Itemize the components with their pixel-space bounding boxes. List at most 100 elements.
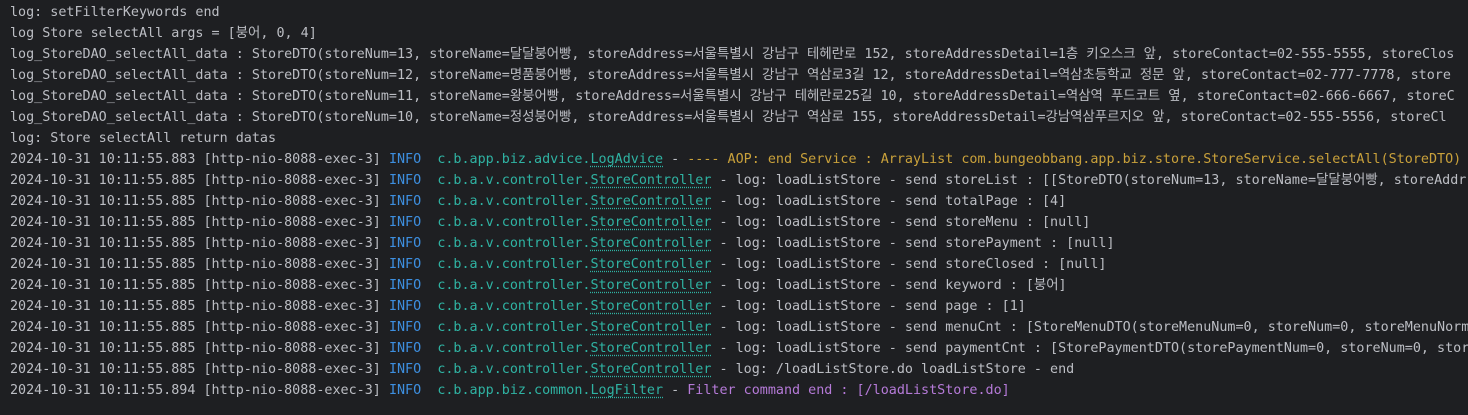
- logger-package: c.b.a.v.controller.: [437, 320, 591, 335]
- log-thread: [http-nio-8088-exec-3]: [203, 236, 381, 251]
- logger-package: c.b.app.biz.common.: [437, 383, 591, 398]
- logger-class-link[interactable]: StoreController: [591, 215, 712, 230]
- log-level: INFO: [388, 383, 422, 398]
- logger-class-link[interactable]: StoreController: [591, 320, 712, 335]
- log-thread: [http-nio-8088-exec-3]: [203, 215, 381, 230]
- log-entry: 2024-10-31 10:11:55.885 [http-nio-8088-e…: [10, 170, 1468, 191]
- logger-class-link[interactable]: StoreController: [591, 194, 712, 209]
- log-timestamp: 2024-10-31 10:11:55.885: [10, 278, 196, 293]
- log-thread: [http-nio-8088-exec-3]: [203, 362, 381, 377]
- log-level: INFO: [388, 215, 422, 230]
- log-separator: -: [719, 299, 728, 314]
- log-message: log: loadListStore - send keyword : [붕어]: [735, 278, 1067, 293]
- log-thread: [http-nio-8088-exec-3]: [203, 173, 381, 188]
- logger-package: c.b.a.v.controller.: [437, 362, 591, 377]
- logger-package: c.b.a.v.controller.: [437, 299, 591, 314]
- log-level: INFO: [388, 299, 422, 314]
- log-timestamp: 2024-10-31 10:11:55.885: [10, 320, 196, 335]
- log-separator: -: [719, 341, 728, 356]
- logger-package: c.b.a.v.controller.: [437, 257, 591, 272]
- logger-class-link[interactable]: StoreController: [591, 299, 712, 314]
- log-separator: -: [671, 152, 680, 167]
- log-message: log: loadListStore - send paymentCnt : […: [735, 341, 1468, 356]
- log-entry: 2024-10-31 10:11:55.885 [http-nio-8088-e…: [10, 191, 1468, 212]
- log-level: INFO: [388, 173, 422, 188]
- log-timestamp: 2024-10-31 10:11:55.883: [10, 152, 196, 167]
- log-message: Filter command end : [/loadListStore.do]: [687, 383, 1010, 398]
- log-separator: -: [719, 215, 728, 230]
- log-separator: -: [671, 383, 680, 398]
- log-timestamp: 2024-10-31 10:11:55.885: [10, 341, 196, 356]
- log-separator: -: [719, 173, 728, 188]
- log-timestamp: 2024-10-31 10:11:55.894: [10, 383, 196, 398]
- log-level: INFO: [388, 257, 422, 272]
- log-timestamp: 2024-10-31 10:11:55.885: [10, 173, 196, 188]
- logger-class-link[interactable]: StoreController: [591, 278, 712, 293]
- logger-package: c.b.a.v.controller.: [437, 278, 591, 293]
- logger-package: c.b.a.v.controller.: [437, 173, 591, 188]
- logger-class-link[interactable]: StoreController: [591, 173, 712, 188]
- log-level: INFO: [388, 194, 422, 209]
- log-message: log: loadListStore - send storePayment :…: [735, 236, 1115, 251]
- log-level: INFO: [388, 236, 422, 251]
- log-timestamp: 2024-10-31 10:11:55.885: [10, 257, 196, 272]
- log-line: log: Store selectAll return datas: [10, 131, 277, 146]
- logger-class-link[interactable]: StoreController: [591, 236, 712, 251]
- log-entry: 2024-10-31 10:11:55.885 [http-nio-8088-e…: [10, 233, 1468, 254]
- log-thread: [http-nio-8088-exec-3]: [203, 257, 381, 272]
- log-timestamp: 2024-10-31 10:11:55.885: [10, 194, 196, 209]
- log-separator: -: [719, 257, 728, 272]
- log-level: INFO: [388, 341, 422, 356]
- log-entry: 2024-10-31 10:11:55.885 [http-nio-8088-e…: [10, 254, 1468, 275]
- log-separator: -: [719, 236, 728, 251]
- console-output[interactable]: log: setFilterKeywords end log Store sel…: [0, 0, 1468, 415]
- logger-class-link[interactable]: StoreController: [591, 257, 712, 272]
- log-line: log Store selectAll args = [붕어, 0, 4]: [10, 26, 317, 41]
- log-separator: -: [719, 278, 728, 293]
- log-entry: 2024-10-31 10:11:55.885 [http-nio-8088-e…: [10, 275, 1468, 296]
- logger-package: c.b.a.v.controller.: [437, 236, 591, 251]
- log-entry: 2024-10-31 10:11:55.883 [http-nio-8088-e…: [10, 149, 1468, 170]
- log-message: log: loadListStore - send totalPage : [4…: [735, 194, 1067, 209]
- log-entry: 2024-10-31 10:11:55.885 [http-nio-8088-e…: [10, 296, 1468, 317]
- log-entry: 2024-10-31 10:11:55.885 [http-nio-8088-e…: [10, 317, 1468, 338]
- log-message: log: loadListStore - send page : [1]: [735, 299, 1026, 314]
- log-level: INFO: [388, 278, 422, 293]
- log-separator: -: [719, 320, 728, 335]
- log-entry: 2024-10-31 10:11:55.885 [http-nio-8088-e…: [10, 359, 1468, 380]
- logger-class-link[interactable]: StoreController: [591, 362, 712, 377]
- log-line: log_StoreDAO_selectAll_data : StoreDTO(s…: [10, 89, 1455, 104]
- log-message: log: loadListStore - send storeMenu : [n…: [735, 215, 1091, 230]
- log-thread: [http-nio-8088-exec-3]: [203, 341, 381, 356]
- log-timestamp: 2024-10-31 10:11:55.885: [10, 362, 196, 377]
- log-line: log: setFilterKeywords end: [10, 5, 220, 20]
- log-message: log: /loadListStore.do loadListStore - e…: [735, 362, 1075, 377]
- log-line: log_StoreDAO_selectAll_data : StoreDTO(s…: [10, 110, 1447, 125]
- log-separator: -: [719, 362, 728, 377]
- log-thread: [http-nio-8088-exec-3]: [203, 383, 381, 398]
- logger-class-link[interactable]: LogFilter: [591, 383, 664, 398]
- log-thread: [http-nio-8088-exec-3]: [203, 320, 381, 335]
- log-entry: 2024-10-31 10:11:55.885 [http-nio-8088-e…: [10, 338, 1468, 359]
- logger-class-link[interactable]: StoreController: [591, 341, 712, 356]
- log-line: log_StoreDAO_selectAll_data : StoreDTO(s…: [10, 47, 1455, 62]
- logger-package: c.b.app.biz.advice.: [437, 152, 591, 167]
- log-message: ---- AOP: end Service : ArrayList com.bu…: [687, 152, 1462, 167]
- log-thread: [http-nio-8088-exec-3]: [203, 278, 381, 293]
- log-level: INFO: [388, 152, 422, 167]
- log-separator: -: [719, 194, 728, 209]
- log-thread: [http-nio-8088-exec-3]: [203, 194, 381, 209]
- logger-class-link[interactable]: LogAdvice: [591, 152, 664, 167]
- log-thread: [http-nio-8088-exec-3]: [203, 299, 381, 314]
- log-message: log: loadListStore - send storeList : [[…: [735, 173, 1467, 188]
- logger-package: c.b.a.v.controller.: [437, 341, 591, 356]
- log-timestamp: 2024-10-31 10:11:55.885: [10, 299, 196, 314]
- logger-package: c.b.a.v.controller.: [437, 215, 591, 230]
- log-entry: 2024-10-31 10:11:55.894 [http-nio-8088-e…: [10, 380, 1468, 401]
- log-level: INFO: [388, 362, 422, 377]
- log-timestamp: 2024-10-31 10:11:55.885: [10, 236, 196, 251]
- log-message: log: loadListStore - send storeClosed : …: [735, 257, 1107, 272]
- log-line: log_StoreDAO_selectAll_data : StoreDTO(s…: [10, 68, 1451, 83]
- log-level: INFO: [388, 320, 422, 335]
- log-thread: [http-nio-8088-exec-3]: [203, 152, 381, 167]
